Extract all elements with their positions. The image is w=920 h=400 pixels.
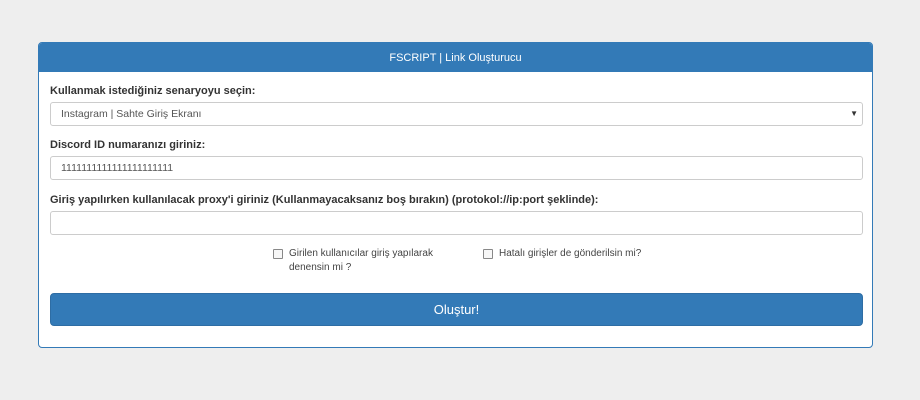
proxy-label: Giriş yapılırken kullanılacak proxy'i gi… bbox=[50, 194, 599, 206]
try-login-label-line1: Girilen kullanıcılar giriş yapılarak bbox=[289, 248, 433, 259]
create-button-label: Oluştur! bbox=[433, 302, 480, 317]
scenario-selected-value: Instagram | Sahte Giriş Ekranı bbox=[61, 108, 202, 120]
chevron-down-icon: ▼ bbox=[850, 109, 858, 118]
create-button[interactable]: Oluştur! bbox=[50, 293, 863, 326]
send-failed-option[interactable]: Hatalı girişler de gönderilsin mi? bbox=[483, 247, 641, 261]
try-login-option[interactable]: Girilen kullanıcılar giriş yapılarak den… bbox=[273, 247, 433, 275]
discord-id-value: 1111111111111111111111 bbox=[61, 162, 174, 174]
link-generator-panel: FSCRIPT | Link Oluşturucu Kullanmak iste… bbox=[38, 42, 873, 348]
send-failed-checkbox[interactable] bbox=[483, 249, 493, 259]
proxy-input[interactable] bbox=[50, 211, 863, 235]
try-login-label-line2: denensin mi ? bbox=[289, 262, 352, 273]
try-login-label: Girilen kullanıcılar giriş yapılarak den… bbox=[289, 247, 433, 275]
panel-title: FSCRIPT | Link Oluşturucu bbox=[389, 51, 522, 64]
send-failed-label: Hatalı girişler de gönderilsin mi? bbox=[499, 248, 642, 259]
discord-id-input[interactable]: 1111111111111111111111 bbox=[50, 156, 863, 180]
try-login-checkbox[interactable] bbox=[273, 249, 283, 259]
scenario-label: Kullanmak istediğiniz senaryoyu seçin: bbox=[50, 85, 256, 97]
discord-id-label: Discord ID numaranızı giriniz: bbox=[50, 139, 206, 151]
scenario-select[interactable]: Instagram | Sahte Giriş Ekranı ▼ bbox=[50, 102, 863, 126]
panel-heading: FSCRIPT | Link Oluşturucu bbox=[39, 43, 872, 72]
